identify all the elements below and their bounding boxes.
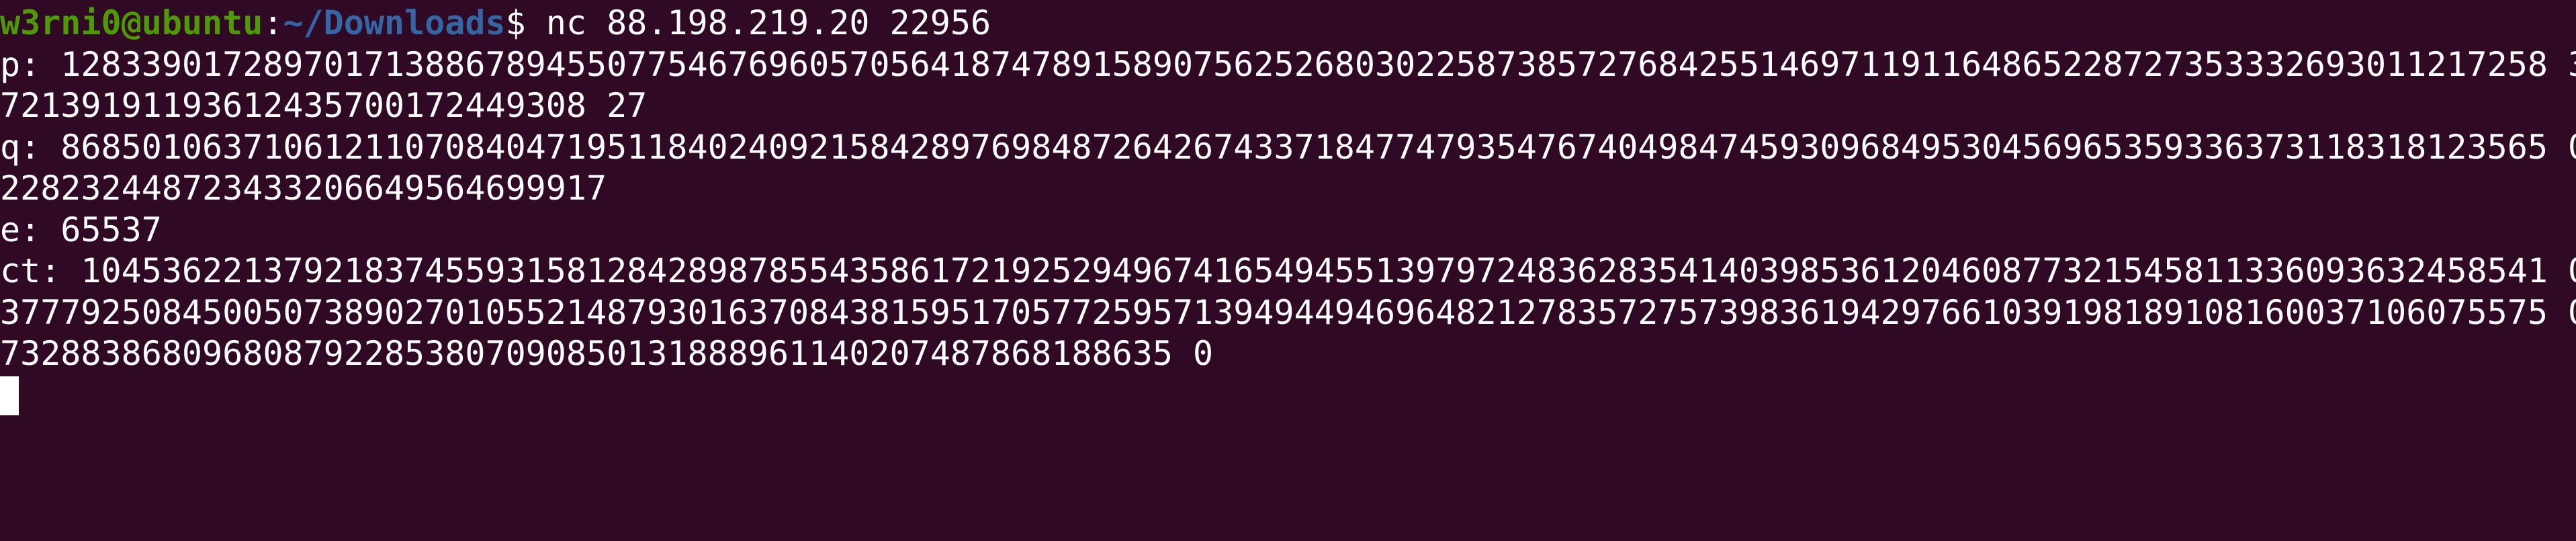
prompt-dollar: $	[505, 3, 546, 42]
output-line-q-2: 228232448723433206649564699917	[0, 169, 607, 208]
output-line-ct-1: ct: 104536221379218374559315812842898785…	[0, 251, 2576, 290]
output-line-q-1: q: 8685010637106121107084047195118402409…	[0, 127, 2576, 167]
prompt-user-host: w3rni0@ubuntu	[0, 3, 263, 42]
output-line-p-1: p: 1283390172897017138867894550775467696…	[0, 44, 2576, 84]
prompt-path: ~/Downloads	[283, 3, 506, 42]
prompt-line: w3rni0@ubuntu:~/Downloads$ nc 88.198.219…	[0, 3, 2576, 44]
output-line-ct-2: 3777925084500507389027010552148793016370…	[0, 292, 2576, 332]
prompt-separator: :	[263, 3, 283, 42]
terminal-cursor	[0, 376, 19, 415]
cursor-line	[0, 375, 2576, 417]
output-line-e: e: 65537	[0, 210, 162, 249]
terminal-window[interactable]: w3rni0@ubuntu:~/Downloads$ nc 88.198.219…	[0, 0, 2576, 541]
output-line-ct-3: 7328838680968087922853807090850131888961…	[0, 334, 1214, 373]
command-text: nc 88.198.219.20 22956	[545, 3, 991, 42]
output-line-p-2: 72139191193612435700172449308 27	[0, 86, 648, 125]
